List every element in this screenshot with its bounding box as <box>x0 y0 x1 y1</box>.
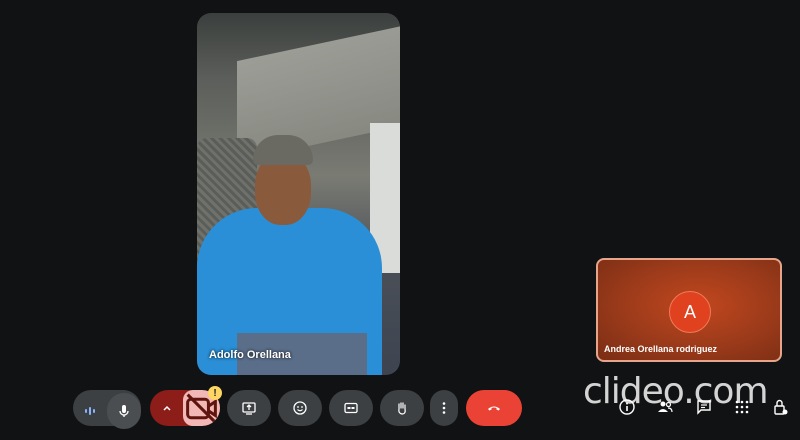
present-screen-icon <box>242 402 256 415</box>
chat-icon <box>697 400 711 415</box>
activities-icon <box>735 400 749 414</box>
chat-button[interactable] <box>693 396 715 418</box>
info-button[interactable] <box>616 396 638 418</box>
avatar: A <box>669 291 711 333</box>
people-button[interactable] <box>654 396 676 418</box>
main-video-tile[interactable]: Adolfo Orellana <box>197 13 400 375</box>
audio-levels-icon <box>85 407 95 415</box>
self-participant-name: Andrea Orellana rodriguez <box>604 344 718 354</box>
emoji-icon <box>293 401 307 415</box>
more-options-icon <box>442 402 446 414</box>
end-call-button[interactable] <box>466 390 522 426</box>
captions-icon <box>344 402 358 414</box>
chevron-up-icon <box>162 405 171 411</box>
captions-button[interactable] <box>329 390 373 426</box>
participant-name: Adolfo Orellana <box>209 349 291 361</box>
present-screen-button[interactable] <box>227 390 271 426</box>
host-controls-icon <box>774 399 788 415</box>
emoji-reactions-button[interactable] <box>278 390 322 426</box>
audio-levels-button[interactable] <box>73 393 107 429</box>
raise-hand-button[interactable] <box>380 390 424 426</box>
mic-icon <box>119 405 129 417</box>
camera-options-button[interactable] <box>150 390 183 426</box>
activities-button[interactable] <box>731 396 753 418</box>
host-controls-button[interactable] <box>769 396 791 418</box>
self-video-tile[interactable]: A Andrea Orellana rodriguez <box>596 258 782 362</box>
warning-badge: ! <box>208 386 222 400</box>
more-options-button[interactable] <box>430 390 458 426</box>
mic-control-group <box>73 390 141 429</box>
raise-hand-icon <box>398 402 406 415</box>
people-icon <box>658 401 673 413</box>
end-call-icon <box>488 406 500 411</box>
mic-button[interactable] <box>107 393 141 429</box>
info-icon <box>619 399 635 415</box>
